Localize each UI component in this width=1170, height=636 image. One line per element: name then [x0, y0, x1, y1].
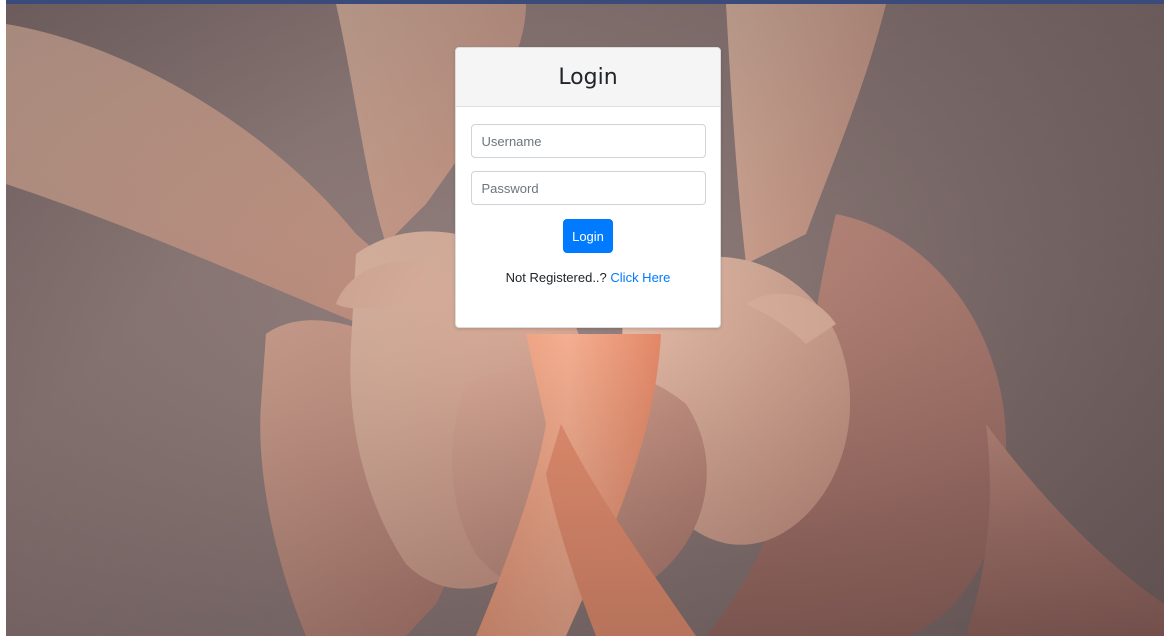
register-prompt-row: Not Registered..? Click Here: [506, 270, 671, 285]
login-title: Login: [558, 64, 618, 90]
register-link[interactable]: Click Here: [610, 270, 670, 285]
username-input[interactable]: [470, 124, 706, 158]
login-card: Login Login Not Registered..? Click Here: [455, 47, 721, 328]
login-card-header: Login: [456, 48, 720, 107]
login-form: Login Not Registered..? Click Here: [456, 107, 720, 285]
register-prompt-text: Not Registered..?: [505, 270, 607, 285]
page: Login Login Not Registered..? Click Here: [0, 0, 1170, 636]
login-button[interactable]: Login: [563, 219, 613, 253]
password-input[interactable]: [470, 171, 706, 205]
